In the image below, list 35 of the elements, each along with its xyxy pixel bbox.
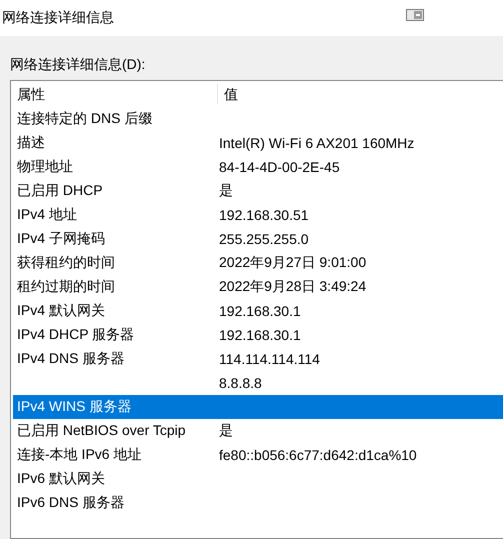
value-cell: 192.168.30.1 bbox=[219, 327, 301, 343]
window-title: 网络连接详细信息 bbox=[2, 9, 114, 27]
value-cell: 192.168.30.1 bbox=[219, 303, 301, 319]
property-cell-text: 连接-本地 IPv6 地址 bbox=[16, 446, 142, 464]
value-cell: 是 bbox=[219, 182, 233, 200]
property-cell-text: IPv6 默认网关 bbox=[16, 470, 106, 488]
value-cell: 255.255.255.0 bbox=[219, 231, 309, 247]
value-cell: 8.8.8.8 bbox=[219, 375, 262, 391]
column-header[interactable]: 属性 bbox=[11, 84, 218, 104]
value-cell: 84-14-4D-00-2E-45 bbox=[219, 159, 340, 175]
value-cell: 是 bbox=[219, 422, 233, 440]
list-label: 网络连接详细信息(D): bbox=[9, 55, 146, 74]
property-cell-text: IPv4 DHCP 服务器 bbox=[16, 326, 136, 344]
property-cell-text: IPv6 DNS 服务器 bbox=[16, 494, 126, 512]
property-cell-text: 已启用 NetBIOS over Tcpip bbox=[16, 422, 187, 440]
column-header[interactable]: 值 bbox=[218, 84, 238, 104]
selected-row[interactable]: IPv4 WINS 服务器 bbox=[13, 395, 503, 419]
property-cell-text: 已启用 DHCP bbox=[16, 182, 104, 200]
property-cell-text: 物理地址 bbox=[16, 158, 74, 176]
property-cell-text: 连接特定的 DNS 后缀 bbox=[16, 110, 154, 128]
value-cell: 114.114.114.114 bbox=[219, 351, 320, 367]
property-cell-text: IPv4 DNS 服务器 bbox=[16, 350, 126, 368]
window-icon bbox=[406, 9, 424, 21]
value-cell: 2022年9月28日 3:49:24 bbox=[219, 278, 366, 296]
value-cell: 192.168.30.51 bbox=[219, 207, 309, 223]
property-cell-text: 描述 bbox=[16, 134, 46, 152]
property-cell-text: IPv4 默认网关 bbox=[16, 302, 106, 320]
value-cell: 2022年9月27日 9:01:00 bbox=[219, 254, 366, 272]
value-cell: fe80::b056:6c77:d642:d1ca%10 bbox=[219, 447, 417, 463]
property-cell-text: 获得租约的时间 bbox=[16, 254, 116, 272]
property-cell-text: IPv4 地址 bbox=[16, 206, 78, 224]
value-cell: Intel(R) Wi-Fi 6 AX201 160MHz bbox=[219, 135, 414, 151]
property-cell-text: IPv4 子网掩码 bbox=[16, 230, 106, 248]
property-cell-text: 租约过期的时间 bbox=[16, 278, 116, 296]
property-cell-text: IPv4 WINS 服务器 bbox=[16, 398, 132, 416]
